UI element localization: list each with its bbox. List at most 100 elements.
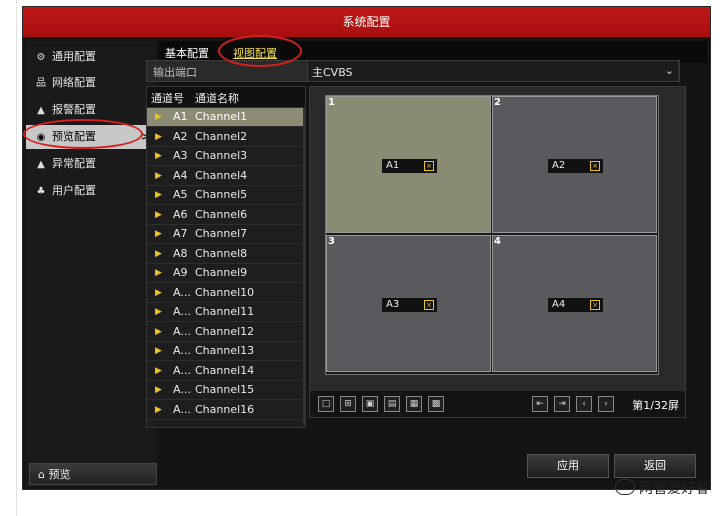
preview-button[interactable]: ⌂ 预览 (29, 463, 157, 485)
channel-name: Channel6 (195, 207, 248, 221)
layout-16-button[interactable]: ▩ (428, 396, 444, 412)
first-page-icon: ⇤ (536, 399, 544, 409)
apply-button[interactable]: 应用 (527, 454, 609, 478)
sidebar-item-users[interactable]: ♣ 用户配置 (26, 179, 156, 203)
sidebar-item-network[interactable]: 品网络配置 (26, 71, 156, 95)
output-port-value: 主CVBS (312, 66, 353, 79)
view-cell-2[interactable]: 2 A2 × (492, 96, 657, 233)
sidebar-item-general[interactable]: ⚙ 通用配置 (26, 45, 156, 69)
output-port-select[interactable]: 主CVBS ⌄ (307, 61, 678, 81)
table-row[interactable]: ▶ A... Channel14 (147, 362, 305, 381)
camera-icon: ▶ (155, 229, 162, 239)
view-layout-area: 1 A1 × 2 A2 × 3 A3 × 4 A4 × □ ⊞ ▣ ▤ ▦ ▩ ⇤ (309, 86, 686, 418)
table-row[interactable]: ▶ A6 Channel6 (147, 206, 305, 225)
close-icon[interactable]: × (424, 300, 434, 310)
view-cell-index: 3 (328, 236, 335, 247)
channel-number: A... (173, 324, 191, 338)
first-page-button[interactable]: ⇤ (532, 396, 548, 412)
channel-number: A7 (173, 227, 188, 240)
sidebar-item-label: 异常配置 (52, 157, 96, 170)
table-row[interactable]: ▶ A1 Channel1 (147, 108, 305, 127)
channel-name: Channel8 (195, 246, 248, 260)
table-row[interactable]: ▶ A8 Channel8 (147, 245, 305, 264)
table-row[interactable]: ▶ A4 Channel4 (147, 167, 305, 186)
channel-name: Channel3 (195, 149, 248, 162)
users-icon: ♣ (36, 186, 46, 197)
table-row[interactable]: ▶ A... Channel15 (147, 381, 305, 400)
warning-icon: ▲ (37, 159, 45, 170)
close-icon[interactable]: × (424, 161, 434, 171)
view-cell-channel: A2 × (548, 159, 603, 173)
layout-6-icon: ▣ (365, 399, 375, 409)
channel-name: Channel5 (195, 188, 248, 201)
layout-toolbar: □ ⊞ ▣ ▤ ▦ ▩ ⇤ ⇥ ‹ › 第1/32屏 (310, 391, 685, 417)
layout-9-button[interactable]: ▦ (406, 396, 422, 412)
back-button[interactable]: 返回 (614, 454, 696, 478)
channel-number: A3 (173, 149, 188, 162)
channel-name: Channel9 (195, 266, 248, 279)
view-cell-channel: A1 × (382, 159, 437, 173)
sidebar: ⚙通用配置 品网络配置 ▲报警配置 ◉预览配置 > ▲ 异常配置 ♣用户配置 ⌂ … (26, 41, 157, 487)
close-icon[interactable]: × (590, 300, 600, 310)
layout-4-button[interactable]: ⊞ (340, 396, 356, 412)
camera-icon: ▶ (155, 209, 162, 220)
view-cell-4[interactable]: 4 A4 × (492, 235, 657, 372)
table-row[interactable]: ▶ A9 Channel9 (147, 264, 305, 283)
table-row[interactable]: ▶ A... Channel16 (147, 401, 305, 420)
channel-list-header: 通道号 通道名称 (147, 87, 305, 108)
channel-number: A4 (173, 168, 188, 182)
layout-6-button[interactable]: ▣ (362, 396, 378, 412)
view-cell-channel-label: A4 (552, 299, 566, 310)
channel-number: A2 (173, 129, 188, 143)
channel-name: Channel4 (195, 168, 248, 182)
sidebar-item-label: 网络配置 (52, 76, 96, 89)
view-cell-channel: A3 × (382, 298, 437, 312)
table-row[interactable]: ▶ A... Channel13 (147, 342, 305, 361)
chevron-left-icon: ‹ (582, 399, 586, 409)
sidebar-item-exception[interactable]: ▲ 异常配置 (26, 152, 156, 176)
channel-number: A... (173, 383, 191, 396)
view-cell-3[interactable]: 3 A3 × (326, 235, 491, 372)
column-header-channel-name: 通道名称 (195, 92, 239, 105)
last-page-button[interactable]: ⇥ (554, 396, 570, 412)
channel-number: A6 (173, 207, 188, 221)
camera-icon: ▶ (155, 385, 162, 395)
channel-number: A1 (173, 110, 188, 123)
table-row[interactable]: ▶ A... Channel11 (147, 303, 305, 322)
view-cell-1[interactable]: 1 A1 × (326, 96, 491, 233)
wechat-icon (615, 479, 635, 495)
table-row[interactable]: ▶ A7 Channel7 (147, 225, 305, 244)
network-icon: 品 (36, 78, 46, 89)
table-row[interactable]: ▶ A... Channel10 (147, 284, 305, 303)
last-page-icon: ⇥ (558, 399, 566, 409)
sidebar-item-label: 预览配置 (52, 130, 96, 143)
next-page-button[interactable]: › (598, 396, 614, 412)
channel-number: A8 (173, 246, 188, 260)
layout-1-button[interactable]: □ (318, 396, 334, 412)
watermark-text: 网管爱好者 (639, 481, 709, 497)
sidebar-item-label: 报警配置 (52, 103, 96, 116)
table-row[interactable]: ▶ A5 Channel5 (147, 186, 305, 205)
channel-number: A9 (173, 266, 188, 279)
tab-basic-config[interactable]: 基本配置 (165, 45, 209, 61)
sidebar-item-preview-config[interactable]: ◉预览配置 > (26, 125, 156, 149)
view-cell-channel-label: A1 (386, 160, 400, 171)
close-icon[interactable]: × (590, 161, 600, 171)
camera-icon: ▶ (155, 112, 162, 122)
view-cell-channel-label: A3 (386, 299, 400, 310)
table-row[interactable]: ▶ A3 Channel3 (147, 147, 305, 166)
table-row[interactable]: ▶ A... Channel12 (147, 323, 305, 342)
page-border (16, 0, 17, 516)
tab-view-config[interactable]: 视图配置 (233, 45, 277, 61)
camera-icon: ▶ (155, 404, 162, 415)
table-row[interactable]: ▶ A2 Channel2 (147, 128, 305, 147)
camera-icon: ▶ (155, 287, 162, 298)
channel-list-scrollbar[interactable] (303, 107, 305, 425)
camera-icon: ▶ (155, 151, 162, 161)
chevron-down-icon: ⌄ (664, 64, 674, 77)
layout-8-button[interactable]: ▤ (384, 396, 400, 412)
prev-page-button[interactable]: ‹ (576, 396, 592, 412)
sidebar-item-alarm[interactable]: ▲ 报警配置 (26, 98, 156, 122)
preview-button-label: 预览 (48, 468, 71, 481)
view-grid: 1 A1 × 2 A2 × 3 A3 × 4 A4 × (325, 95, 659, 375)
